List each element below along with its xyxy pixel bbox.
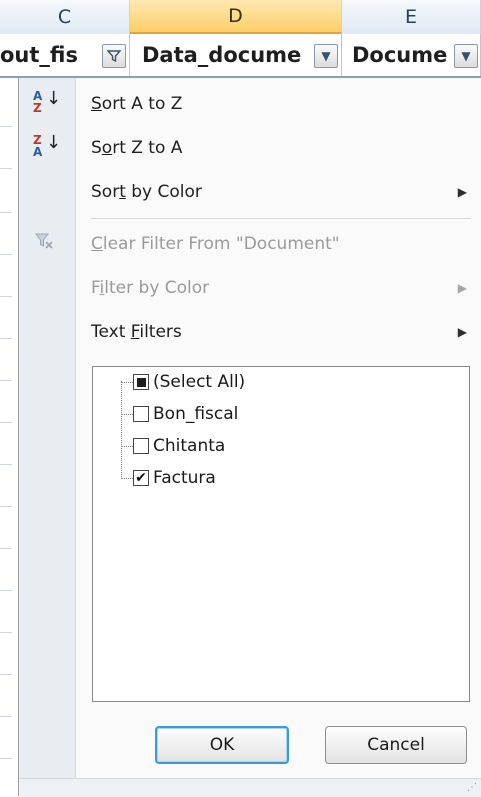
menu-icon-gutter <box>19 78 76 778</box>
column-header-d[interactable]: D <box>130 0 342 34</box>
field-label-c: out_fis <box>0 43 78 67</box>
menu-sort-z-to-a[interactable]: Sort Z to A <box>91 132 182 164</box>
cancel-button[interactable]: Cancel <box>325 726 467 764</box>
checkbox-factura[interactable]: ✔ <box>133 470 149 486</box>
column-header-c[interactable]: C <box>0 0 130 34</box>
submenu-arrow-icon: ▶ <box>457 185 467 199</box>
sort-descending-icon: Z A ↓ <box>33 132 62 159</box>
field-cell-c[interactable]: out_fis <box>0 34 130 76</box>
field-header-row: out_fis Data_docume ▼ Docume ▼ <box>0 34 481 78</box>
resize-grip-icon[interactable]: ⋰ <box>467 782 478 793</box>
filter-active-dropdown-button[interactable] <box>102 44 126 68</box>
field-label-d: Data_docume <box>142 43 302 67</box>
list-item-label: (Select All) <box>153 372 246 392</box>
field-cell-e[interactable]: Docume ▼ <box>342 34 481 76</box>
dropdown-button-d[interactable]: ▼ <box>314 44 338 68</box>
checkbox-chitanta[interactable] <box>133 438 149 454</box>
menu-filter-by-color: Filter by Color <box>91 278 210 298</box>
field-cell-d[interactable]: Data_docume ▼ <box>130 34 342 76</box>
sort-ascending-icon: A Z ↓ <box>33 88 62 115</box>
list-item-select-all[interactable]: (Select All) <box>121 367 245 397</box>
chevron-down-icon: ▼ <box>321 49 331 63</box>
chevron-down-icon: ▼ <box>461 49 471 63</box>
filter-values-list[interactable]: (Select All) Bon_fiscal Chitanta ✔ Factu… <box>92 366 470 702</box>
list-item-bon-fiscal[interactable]: Bon_fiscal <box>121 399 238 429</box>
list-item-label: Chitanta <box>153 436 226 456</box>
check-icon: ✔ <box>135 470 147 486</box>
ok-button[interactable]: OK <box>155 726 289 764</box>
filter-funnel-icon <box>107 50 121 63</box>
field-label-e: Docume <box>352 43 448 67</box>
menu-text-filters[interactable]: Text Filters <box>91 316 182 348</box>
submenu-arrow-icon: ▶ <box>457 281 467 295</box>
checkbox-bon-fiscal[interactable] <box>133 406 149 422</box>
menu-bottom-bar: ⋰ <box>19 778 481 797</box>
autofilter-menu: A Z ↓ Sort A to Z Z A ↓ Sort Z to A Sort… <box>18 78 481 797</box>
menu-separator <box>91 218 471 219</box>
clear-filter-icon <box>33 230 61 260</box>
menu-clear-filter: Clear Filter From "Document" <box>91 234 340 254</box>
list-item-label: Factura <box>153 468 216 488</box>
dropdown-button-e[interactable]: ▼ <box>454 44 478 68</box>
list-item-chitanta[interactable]: Chitanta <box>121 431 225 461</box>
column-header-e[interactable]: E <box>342 0 481 34</box>
list-item-factura[interactable]: ✔ Factura <box>121 463 216 493</box>
menu-sort-by-color[interactable]: Sort by Color <box>91 176 202 208</box>
checkbox-select-all[interactable] <box>133 374 149 390</box>
menu-sort-a-to-z[interactable]: Sort A to Z <box>91 88 182 120</box>
submenu-arrow-icon: ▶ <box>457 325 467 339</box>
list-item-label: Bon_fiscal <box>153 404 239 424</box>
